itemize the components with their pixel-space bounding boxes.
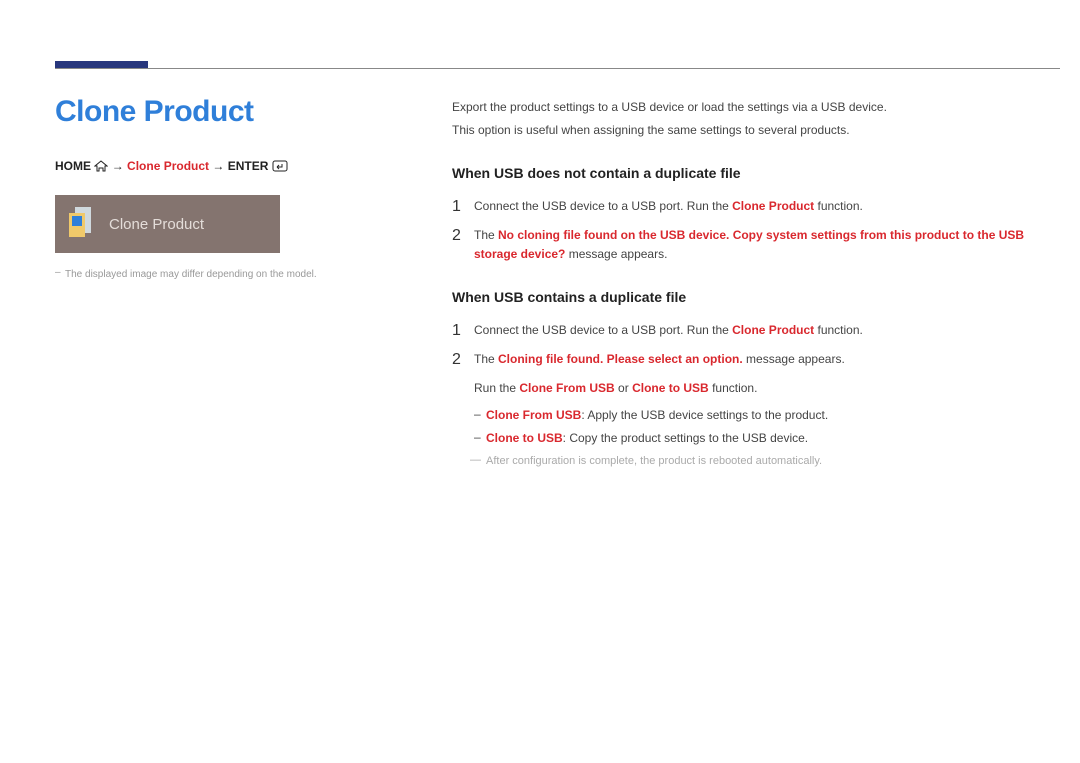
text: function. <box>814 199 863 213</box>
clone-product-icon <box>69 207 97 242</box>
text: message appears. <box>743 352 845 366</box>
step-number: 2 <box>452 226 474 245</box>
section1-heading: When USB does not contain a duplicate fi… <box>452 162 1032 184</box>
image-caption: The displayed image may differ depending… <box>55 269 395 280</box>
text: function. <box>709 381 758 395</box>
page-title: Clone Product <box>55 95 395 129</box>
reboot-note: After configuration is complete, the pro… <box>452 453 1032 471</box>
highlight: Clone to USB <box>632 381 709 395</box>
text: Connect the USB device to a USB port. Ru… <box>474 323 732 337</box>
step-body: Connect the USB device to a USB port. Ru… <box>474 321 1032 340</box>
home-icon <box>94 160 108 175</box>
breadcrumb-item: Clone Product <box>127 159 209 173</box>
highlight: No cloning file found on the USB device.… <box>474 228 1024 261</box>
bullet-clone-from-usb: Clone From USB: Apply the USB device set… <box>452 406 1032 425</box>
section2-heading: When USB contains a duplicate file <box>452 286 1032 308</box>
accent-bar <box>55 61 148 68</box>
breadcrumb: HOME → Clone Product → ENTER <box>55 159 395 175</box>
step-body: The No cloning file found on the USB dev… <box>474 226 1032 264</box>
step-number: 2 <box>452 350 474 369</box>
text: : Apply the USB device settings to the p… <box>581 408 828 422</box>
step-body: The Cloning file found. Please select an… <box>474 350 1032 369</box>
highlight: Cloning file found. Please select an opt… <box>498 352 743 366</box>
text: function. <box>814 323 863 337</box>
section2-step2: 2 The Cloning file found. Please select … <box>452 350 1032 369</box>
highlight: Clone From USB <box>519 381 614 395</box>
breadcrumb-enter: ENTER <box>228 159 269 173</box>
highlight: Clone From USB <box>486 408 581 422</box>
highlight: Clone Product <box>732 199 814 213</box>
product-tile-label: Clone Product <box>109 216 204 233</box>
step-number: 1 <box>452 197 474 216</box>
left-column: Clone Product HOME → Clone Product → ENT… <box>55 95 395 280</box>
top-rule <box>55 68 1060 69</box>
text: The <box>474 352 498 366</box>
intro-para-1: Export the product settings to a USB dev… <box>452 98 1032 117</box>
text: The <box>474 228 498 242</box>
step-body: Connect the USB device to a USB port. Ru… <box>474 197 1032 216</box>
breadcrumb-arrow-1: → <box>112 159 124 173</box>
bullet-clone-to-usb: Clone to USB: Copy the product settings … <box>452 429 1032 448</box>
text: message appears. <box>565 247 667 261</box>
right-column: Export the product settings to a USB dev… <box>452 98 1032 470</box>
text: : Copy the product settings to the USB d… <box>563 431 808 445</box>
run-line: Run the Clone From USB or Clone to USB f… <box>452 379 1032 398</box>
breadcrumb-home: HOME <box>55 159 91 173</box>
section1-step1: 1 Connect the USB device to a USB port. … <box>452 197 1032 216</box>
intro-para-2: This option is useful when assigning the… <box>452 121 1032 140</box>
text: Run the <box>474 381 519 395</box>
product-tile: Clone Product <box>55 195 280 253</box>
section1-step2: 2 The No cloning file found on the USB d… <box>452 226 1032 264</box>
text: or <box>615 381 632 395</box>
step-number: 1 <box>452 321 474 340</box>
highlight: Clone Product <box>732 323 814 337</box>
highlight: Clone to USB <box>486 431 563 445</box>
enter-icon <box>272 160 288 175</box>
section2-step1: 1 Connect the USB device to a USB port. … <box>452 321 1032 340</box>
text: Connect the USB device to a USB port. Ru… <box>474 199 732 213</box>
breadcrumb-arrow-2: → <box>212 159 224 173</box>
